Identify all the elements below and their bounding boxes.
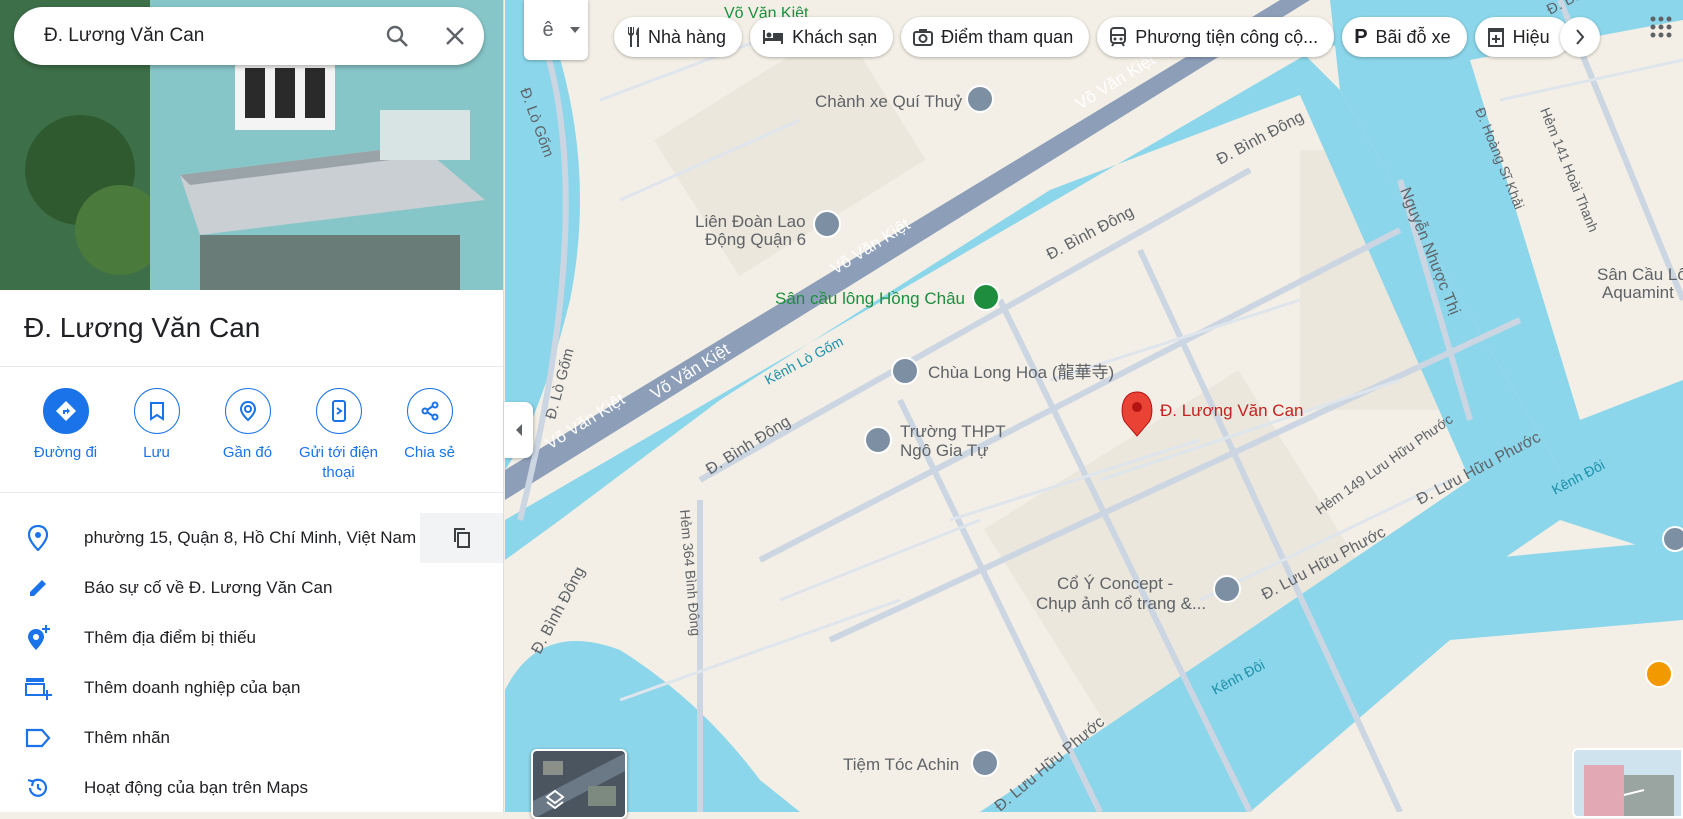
poi-marker-san-cau-long[interactable]	[972, 283, 1000, 311]
chip-pharmacy-label: Hiệu	[1512, 26, 1550, 47]
poi-marker-co-y[interactable]	[1213, 575, 1241, 603]
satellite-thumbnail[interactable]	[533, 751, 627, 819]
poi-label-truong-2[interactable]: Ngô Gia Tự	[900, 441, 989, 460]
transit-icon	[1110, 27, 1127, 47]
pharmacy-icon	[1487, 28, 1504, 47]
directions-icon[interactable]	[42, 388, 89, 434]
poi-label-tiem-toc[interactable]: Tiệm Tóc Achin	[843, 755, 959, 774]
address-text: phường 15, Quận 8, Hồ Chí Minh, Việt Nam	[84, 528, 417, 547]
chip-attractions[interactable]: Điểm tham quan	[901, 17, 1090, 57]
layer-switch-button[interactable]: ê	[524, 0, 588, 60]
phone-icon[interactable]	[315, 388, 362, 434]
poi-label-lien-doan-1[interactable]: Liên Đoàn Lao	[695, 212, 806, 231]
poi-label-san-cau-long[interactable]: Sân cầu lông Hồng Châu	[775, 289, 965, 308]
poi-label-aqua-2[interactable]: Aquamint	[1602, 283, 1674, 302]
satellite-layer-toggle[interactable]	[531, 749, 627, 819]
chip-parking[interactable]: P Bãi đỗ xe	[1342, 17, 1467, 57]
share-button[interactable]: Chia sẻ	[384, 388, 475, 483]
chip-attractions-label: Điểm tham quan	[941, 26, 1074, 47]
poi-label-co-y-2[interactable]: Chụp ảnh cổ trang &...	[1036, 594, 1206, 613]
action-buttons: Đường đi Lưu Gần đó Gửi tới điện thoại C…	[20, 388, 475, 483]
report-issue-row[interactable]: Báo sự cố về Đ. Lương Văn Can	[0, 563, 503, 613]
directions-button[interactable]: Đường đi	[20, 388, 111, 483]
poi-label-chua[interactable]: Chùa Long Hoa (龍華寺)	[928, 363, 1114, 382]
search-box[interactable]: Đ. Lương Văn Can	[14, 7, 484, 65]
divider	[0, 492, 503, 493]
parking-icon: P	[1354, 25, 1368, 48]
add-business-text: Thêm doanh nghiệp của bạn	[84, 678, 301, 697]
divider	[0, 366, 503, 367]
chevron-right-icon[interactable]	[1575, 29, 1585, 45]
chip-parking-label: Bãi đỗ xe	[1375, 26, 1451, 47]
chip-transit[interactable]: Phương tiện công cộ...	[1097, 17, 1335, 57]
save-button[interactable]: Lưu	[111, 388, 202, 483]
add-business-row[interactable]: Thêm doanh nghiệp của bạn	[0, 663, 503, 713]
collapse-panel-button[interactable]	[504, 402, 533, 458]
poi-marker-truong[interactable]	[864, 426, 892, 454]
close-icon[interactable]	[426, 7, 484, 65]
location-pin-icon	[0, 525, 84, 551]
poi-label-truong-1[interactable]: Trường THPT	[900, 422, 1006, 441]
nearby-button[interactable]: Gần đó	[202, 388, 293, 483]
label-icon	[0, 728, 84, 748]
maps-activity-row[interactable]: Hoạt động của bạn trên Maps	[0, 763, 503, 812]
poi-label-aqua-1[interactable]: Sân Cầu Lô	[1597, 265, 1683, 284]
poi-label-lien-doan-2[interactable]: Động Quận 6	[705, 230, 806, 249]
hotel-icon	[763, 30, 784, 44]
place-panel: Đ. Lương Văn Can Đ. Lương Văn Can Đường …	[0, 0, 504, 812]
chip-hotel[interactable]: Khách sạn	[750, 17, 894, 57]
poi-marker-edge[interactable]	[1662, 526, 1683, 552]
selected-place-label[interactable]: Đ. Lương Văn Can	[1160, 401, 1304, 420]
street-view-thumbnail[interactable]	[1572, 748, 1683, 818]
poi-label-co-y-1[interactable]: Cổ Ý Concept -	[1057, 574, 1173, 593]
category-chips: Nhà hàng Khách sạn Điểm tham quan Phương…	[614, 17, 1570, 57]
add-label-text: Thêm nhãn	[84, 728, 170, 747]
poi-marker-lien-doan[interactable]	[813, 210, 841, 238]
bookmark-icon[interactable]	[133, 388, 180, 434]
caret-down-icon[interactable]	[570, 27, 580, 33]
poi-label-chanh-xe[interactable]: Chành xe Quí Thuỷ	[815, 92, 963, 111]
chip-pharmacy[interactable]: Hiệu	[1474, 17, 1570, 57]
chip-restaurant[interactable]: Nhà hàng	[614, 17, 743, 57]
history-icon	[0, 776, 84, 800]
layer-switch-label[interactable]: ê	[538, 19, 558, 42]
street-view-image[interactable]	[1574, 750, 1683, 818]
place-title: Đ. Lương Văn Can	[24, 312, 261, 343]
add-label-row[interactable]: Thêm nhãn	[0, 713, 503, 763]
copy-icon[interactable]	[453, 528, 471, 548]
chip-transit-label: Phương tiện công cộ...	[1135, 26, 1319, 47]
camera-icon	[913, 29, 934, 46]
poi-marker-tiem-toc[interactable]	[971, 749, 999, 777]
search-input[interactable]: Đ. Lương Văn Can	[44, 25, 368, 47]
maps-activity-text: Hoạt động của bạn trên Maps	[84, 778, 308, 797]
chip-hotel-label: Khách sạn	[792, 26, 878, 47]
send-to-phone-label: Gửi tới điện thoại	[298, 444, 379, 481]
apps-grid-button[interactable]	[1650, 16, 1672, 43]
chevron-left-icon[interactable]	[514, 423, 524, 437]
apps-grid-icon[interactable]	[1650, 16, 1672, 38]
nearby-icon[interactable]	[224, 388, 271, 434]
restaurant-icon	[628, 27, 639, 47]
report-issue-text: Báo sự cố về Đ. Lương Văn Can	[84, 578, 333, 597]
copy-address-button[interactable]	[420, 513, 503, 563]
share-icon[interactable]	[406, 388, 453, 434]
nearby-label: Gần đó	[222, 444, 273, 461]
add-business-icon	[0, 676, 84, 700]
directions-label: Đường đi	[33, 444, 98, 461]
add-place-icon	[0, 625, 84, 651]
chip-restaurant-label: Nhà hàng	[648, 26, 727, 47]
pencil-icon	[0, 577, 84, 599]
poi-marker-chanh-xe[interactable]	[966, 85, 994, 113]
poi-marker-restaurant[interactable]	[1645, 660, 1673, 688]
search-icon[interactable]	[368, 7, 426, 65]
poi-marker-chua[interactable]	[891, 357, 919, 385]
chips-next-button[interactable]	[1560, 17, 1600, 57]
save-label: Lưu	[143, 444, 170, 461]
send-to-phone-button[interactable]: Gửi tới điện thoại	[293, 388, 384, 483]
add-missing-place-text: Thêm địa điểm bị thiếu	[84, 628, 256, 647]
share-label: Chia sẻ	[404, 444, 455, 461]
add-missing-place-row[interactable]: Thêm địa điểm bị thiếu	[0, 613, 503, 663]
